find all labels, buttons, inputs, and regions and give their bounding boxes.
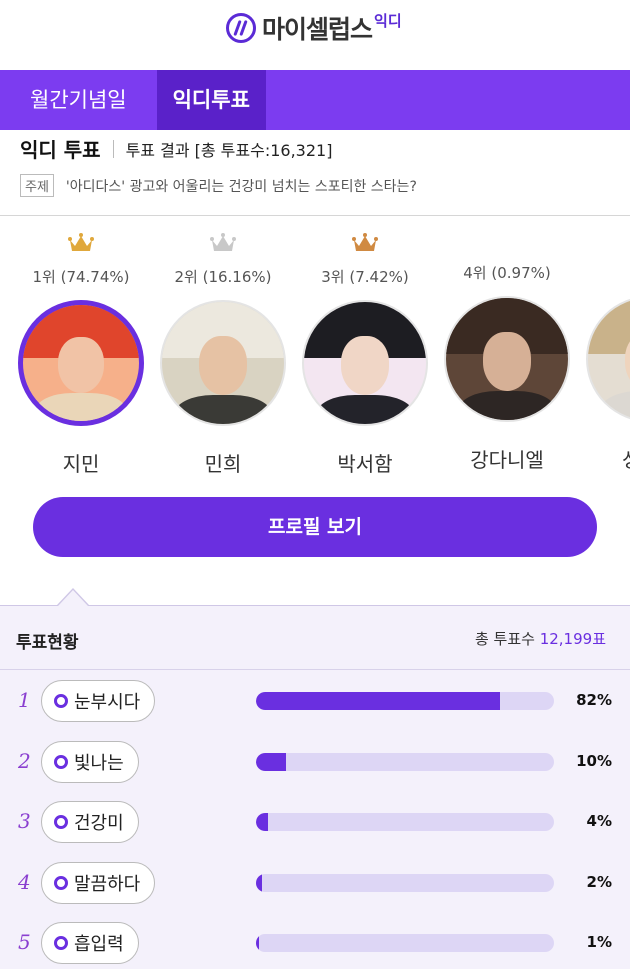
bronze-crown-icon	[352, 233, 378, 251]
vote-row: 4 말끔하다 2%	[0, 862, 630, 906]
tab-ikdi-vote[interactable]: 익디투표	[156, 70, 266, 130]
panel-divider	[0, 669, 630, 670]
app-header: 마이셀럽스 익디	[0, 0, 630, 70]
logo-icon	[226, 13, 256, 43]
vote-percent: 82%	[576, 691, 612, 709]
vote-progress-bar	[256, 813, 554, 831]
keyword-ring-icon	[54, 815, 68, 829]
poll-title-row: 익디 투표 투표 결과 [총 투표수:16,321]	[20, 134, 332, 163]
profile-view-button[interactable]: 프로필 보기	[33, 497, 597, 557]
candidate-rank	[584, 262, 630, 282]
vote-percent: 4%	[586, 812, 612, 830]
vote-progress-fill	[256, 934, 259, 952]
candidate-avatar[interactable]	[160, 300, 286, 426]
subject-tag: 주제	[20, 174, 54, 197]
logo[interactable]: 마이셀럽스 익디	[226, 10, 402, 46]
title-divider	[112, 139, 114, 158]
keyword-ring-icon	[54, 876, 68, 890]
vote-percent: 2%	[586, 873, 612, 891]
vote-progress-fill	[256, 813, 268, 831]
candidate-avatar[interactable]	[444, 296, 570, 422]
vote-progress-fill	[256, 753, 286, 771]
vote-status-total: 총 투표수 12,199표	[475, 628, 606, 649]
total-votes-label: 총 투표수	[474, 630, 535, 648]
tab-monthly-anniversary[interactable]: 월간기념일	[0, 70, 157, 130]
total-votes-value: 12,199표	[539, 630, 606, 648]
vote-rank: 1	[18, 688, 31, 712]
vote-row: 2 빛나는 10%	[0, 741, 630, 785]
candidate-rank: 3위 (7.42%)	[321, 268, 409, 286]
keyword-chip[interactable]: 빛나는	[41, 741, 139, 783]
silver-crown-icon	[210, 233, 236, 251]
keyword-label: 빛나는	[74, 753, 124, 774]
candidate-name: 지민	[62, 452, 100, 476]
vote-status-title: 투표현황	[16, 633, 79, 653]
vote-progress-fill	[256, 692, 501, 710]
poll-title: 익디 투표	[20, 138, 101, 162]
keyword-chip[interactable]: 건강미	[41, 801, 139, 843]
keyword-label: 눈부시다	[74, 692, 141, 713]
vote-row: 3 건강미 4%	[0, 801, 630, 845]
candidate-rank: 2위 (16.16%)	[174, 268, 272, 286]
keyword-label: 흡입력	[74, 934, 124, 955]
vote-progress-bar	[256, 692, 554, 710]
candidate-name: 강다니엘	[470, 448, 544, 472]
poll-result-label: 투표 결과 [총 투표수:16,321]	[125, 140, 333, 160]
crown-placeholder	[494, 232, 520, 254]
panel-notch-inner	[58, 590, 88, 606]
nav-tabs: 월간기념일 익디투표	[0, 70, 630, 130]
candidate-rank: 1위 (74.74%)	[32, 268, 130, 286]
poll-subject-row: 주제 '아디다스' 광고와 어울리는 건강미 넘치는 스포티한 스타는?	[20, 174, 417, 197]
vote-progress-fill	[256, 874, 262, 892]
keyword-chip[interactable]: 말끔하다	[41, 862, 156, 904]
vote-status-panel	[0, 605, 630, 969]
candidate-card[interactable]: 3위 (7.42%) 박서함	[300, 232, 430, 477]
candidate-card[interactable]: 4위 (0.97%) 강다니엘	[442, 232, 572, 473]
vote-percent: 1%	[586, 933, 612, 951]
gold-crown-icon	[68, 233, 94, 251]
keyword-label: 말끔하다	[74, 874, 141, 895]
keyword-label: 건강미	[74, 813, 124, 834]
vote-rank: 2	[18, 749, 31, 773]
keyword-chip[interactable]: 눈부시다	[41, 680, 156, 722]
candidate-card[interactable]: 2위 (16.16%) 민희	[158, 232, 288, 477]
keyword-chip[interactable]: 흡입력	[41, 922, 139, 964]
keyword-ring-icon	[54, 936, 68, 950]
vote-progress-bar	[256, 753, 554, 771]
candidate-name: 민희	[204, 452, 242, 476]
poll-subject: '아디다스' 광고와 어울리는 건강미 넘치는 스포티한 스타는?	[65, 178, 417, 195]
keyword-ring-icon	[54, 755, 68, 769]
vote-progress-bar	[256, 874, 554, 892]
vote-percent: 10%	[576, 752, 612, 770]
vote-row: 5 흡입력 1%	[0, 922, 630, 966]
keyword-ring-icon	[54, 694, 68, 708]
candidate-card[interactable]: 1위 (74.74%) 지민	[16, 232, 146, 477]
vote-rank: 3	[18, 809, 31, 833]
candidate-avatar[interactable]	[18, 300, 144, 426]
candidate-avatar[interactable]	[302, 300, 428, 426]
logo-text: 마이셀럽스	[262, 15, 373, 44]
divider	[0, 215, 630, 216]
candidate-name: 박서함	[337, 452, 393, 476]
vote-row: 1 눈부시다 82%	[0, 680, 630, 724]
candidate-avatar[interactable]	[586, 296, 630, 422]
vote-rank: 5	[18, 930, 31, 954]
candidate-name: 성	[584, 444, 630, 473]
candidate-rank: 4위 (0.97%)	[463, 264, 551, 282]
logo-sub: 익디	[374, 11, 402, 30]
candidate-card-partial[interactable]: 성	[584, 232, 630, 473]
vote-progress-bar	[256, 934, 554, 952]
vote-rank: 4	[18, 870, 31, 894]
